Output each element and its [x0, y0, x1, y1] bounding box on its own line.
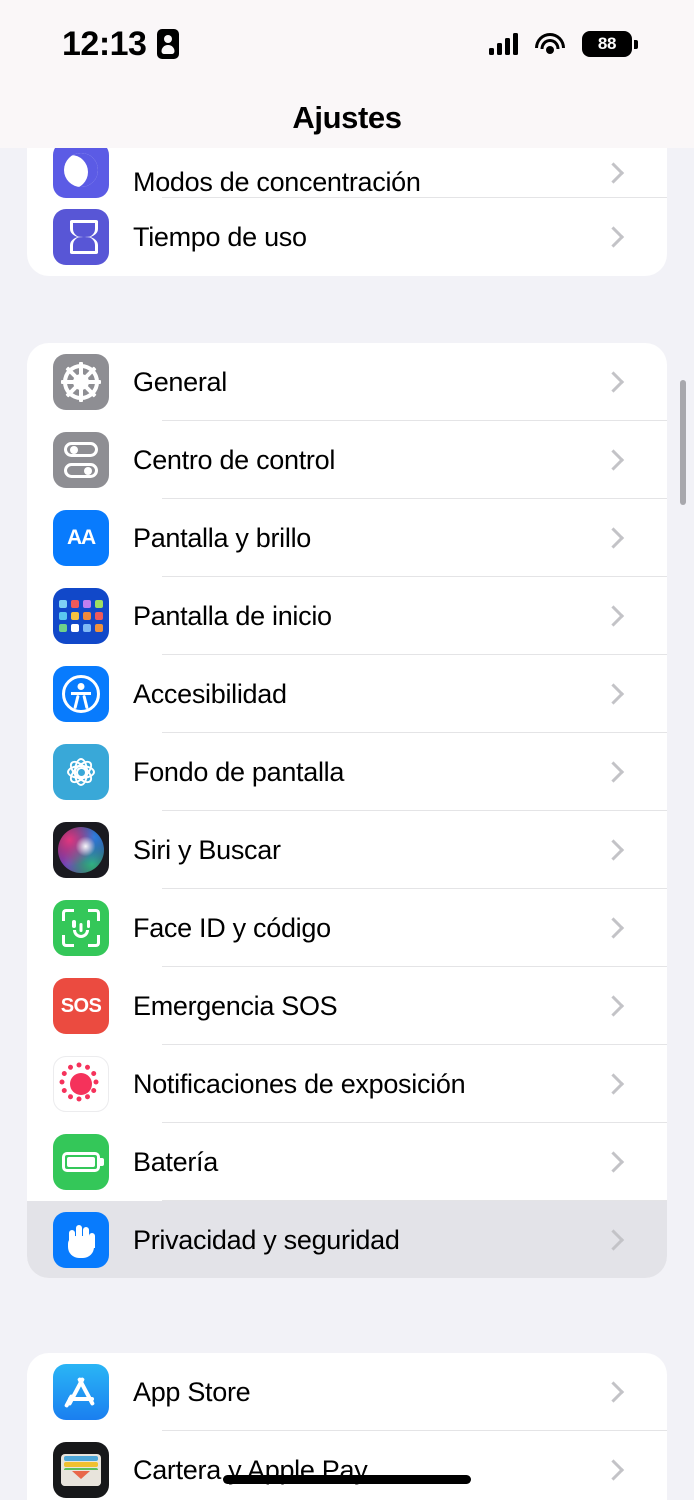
chevron-right-icon — [602, 1229, 625, 1251]
status-bar-left: 12:13 — [62, 25, 180, 63]
status-bar: 12:13 88 — [0, 0, 694, 88]
display-brightness-icon: AA — [53, 510, 109, 566]
sidebar-item-label: Pantalla y brillo — [133, 522, 311, 553]
privacy-hand-icon — [53, 1212, 109, 1268]
focus-icon — [53, 148, 109, 198]
sidebar-item-wallpaper[interactable]: Fondo de pantalla — [27, 733, 667, 811]
sidebar-item-label: General — [133, 366, 227, 397]
sidebar-item-wallet-apple-pay[interactable]: Cartera y Apple Pay — [27, 1431, 667, 1500]
sidebar-item-display-brightness[interactable]: AA Pantalla y brillo — [27, 499, 667, 577]
cellular-signal-icon — [489, 33, 518, 55]
exposure-notifications-icon — [53, 1056, 109, 1112]
sidebar-item-label: App Store — [133, 1376, 251, 1407]
sidebar-item-label: Modos de concentración — [133, 167, 421, 197]
sidebar-item-siri-search[interactable]: Siri y Buscar — [27, 811, 667, 889]
sidebar-item-accessibility[interactable]: Accesibilidad — [27, 655, 667, 733]
sidebar-item-focus[interactable]: Modos de concentración — [27, 148, 667, 198]
id-badge-icon — [157, 29, 180, 59]
home-screen-icon — [53, 588, 109, 644]
sidebar-item-home-screen[interactable]: Pantalla de inicio — [27, 577, 667, 655]
sidebar-item-label: Pantalla de inicio — [133, 600, 332, 631]
chevron-right-icon — [602, 605, 625, 627]
sidebar-item-label: Batería — [133, 1146, 218, 1177]
gear-icon — [53, 354, 109, 410]
home-indicator — [223, 1475, 471, 1484]
aa-glyph: AA — [67, 526, 96, 549]
vertical-scrollbar[interactable] — [680, 380, 686, 505]
sidebar-item-app-store[interactable]: App Store — [27, 1353, 667, 1431]
chevron-right-icon — [602, 1381, 625, 1403]
sidebar-item-control-center[interactable]: Centro de control — [27, 421, 667, 499]
sidebar-item-label: Tiempo de uso — [133, 221, 307, 252]
sidebar-item-label: Fondo de pantalla — [133, 756, 345, 787]
sos-glyph: SOS — [60, 994, 102, 1017]
chevron-right-icon — [602, 917, 625, 939]
settings-scroll-area[interactable]: Modos de concentración Tiempo de uso Gen… — [0, 148, 694, 1500]
siri-icon — [53, 822, 109, 878]
sidebar-item-battery[interactable]: Batería — [27, 1123, 667, 1201]
battery-icon: 88 — [582, 31, 638, 57]
sidebar-item-label: Privacidad y seguridad — [133, 1224, 400, 1255]
sos-icon: SOS — [53, 978, 109, 1034]
wallpaper-icon — [53, 744, 109, 800]
sidebar-item-label: Accesibilidad — [133, 678, 287, 709]
settings-group-top: Modos de concentración Tiempo de uso — [27, 148, 667, 276]
status-bar-right: 88 — [489, 31, 638, 57]
control-center-icon — [53, 432, 109, 488]
accessibility-icon — [53, 666, 109, 722]
battery-settings-icon — [53, 1134, 109, 1190]
chevron-right-icon — [602, 761, 625, 783]
chevron-right-icon — [602, 371, 625, 393]
chevron-right-icon — [602, 527, 625, 549]
sidebar-item-exposure-notifications[interactable]: Notificaciones de exposición — [27, 1045, 667, 1123]
app-store-icon — [53, 1364, 109, 1420]
settings-group-main: General Centro de control AA Pantalla y … — [27, 343, 667, 1278]
iphone-settings-screen: 12:13 88 Ajustes Modos de concentración — [0, 0, 694, 1500]
sidebar-item-privacy-security[interactable]: Privacidad y seguridad — [27, 1201, 667, 1278]
chevron-right-icon — [602, 995, 625, 1017]
screen-time-icon — [53, 209, 109, 265]
sidebar-item-label: Centro de control — [133, 444, 336, 475]
navigation-bar: Ajustes — [0, 88, 694, 148]
face-id-icon — [53, 900, 109, 956]
sidebar-item-label: Siri y Buscar — [133, 834, 281, 865]
status-bar-clock: 12:13 — [62, 25, 147, 63]
sidebar-item-label: Notificaciones de exposición — [133, 1068, 466, 1099]
page-title: Ajustes — [292, 100, 402, 135]
sidebar-item-label: Face ID y código — [133, 912, 331, 943]
chevron-right-icon — [602, 1459, 625, 1481]
sidebar-item-general[interactable]: General — [27, 343, 667, 421]
chevron-right-icon — [602, 839, 625, 861]
chevron-right-icon — [602, 162, 625, 184]
sidebar-item-label: Emergencia SOS — [133, 990, 338, 1021]
chevron-right-icon — [602, 683, 625, 705]
chevron-right-icon — [602, 1151, 625, 1173]
sidebar-item-emergency-sos[interactable]: SOS Emergencia SOS — [27, 967, 667, 1045]
chevron-right-icon — [602, 449, 625, 471]
wifi-icon — [535, 33, 565, 55]
chevron-right-icon — [602, 226, 625, 248]
wallet-icon — [53, 1442, 109, 1498]
battery-percent-label: 88 — [597, 34, 617, 53]
chevron-right-icon — [602, 1073, 625, 1095]
sidebar-item-screen-time[interactable]: Tiempo de uso — [27, 198, 667, 276]
sidebar-item-face-id[interactable]: Face ID y código — [27, 889, 667, 967]
